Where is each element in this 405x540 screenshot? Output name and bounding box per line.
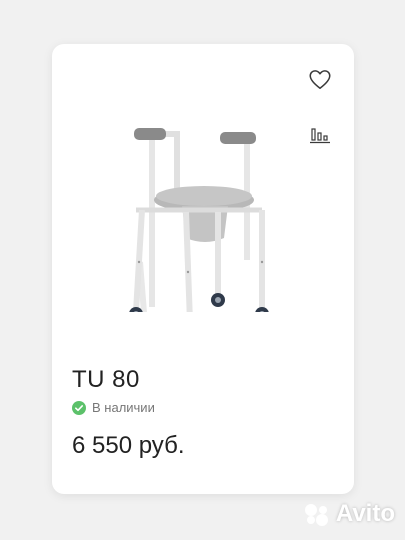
- avito-logo-icon: [304, 504, 328, 526]
- availability-status: В наличии: [72, 400, 155, 415]
- product-image[interactable]: [122, 112, 282, 312]
- product-card[interactable]: TU 80 В наличии 6 550 руб.: [52, 44, 354, 494]
- watermark-text: Avito: [335, 500, 395, 527]
- avito-watermark: Avito: [302, 500, 395, 528]
- check-circle-icon: [72, 400, 86, 415]
- availability-label: В наличии: [92, 400, 155, 415]
- compare-icon[interactable]: [309, 124, 331, 146]
- product-title[interactable]: TU 80: [72, 366, 140, 394]
- product-price: 6 550 руб.: [72, 432, 185, 459]
- heart-icon[interactable]: [307, 66, 333, 92]
